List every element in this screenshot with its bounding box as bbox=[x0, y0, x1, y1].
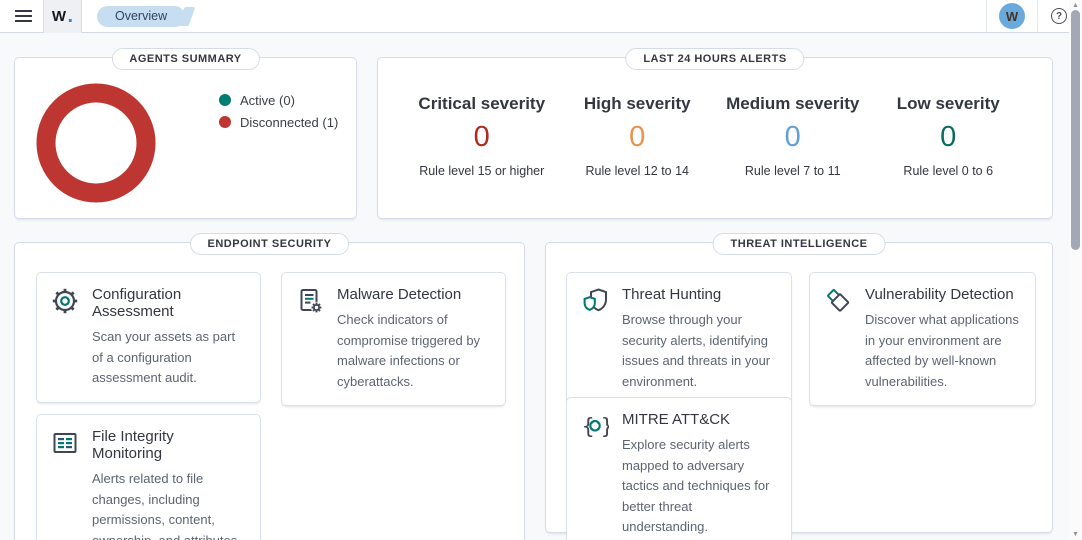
endpoint-security-panel: ENDPOINT SECURITY Configuration Assessme… bbox=[14, 233, 525, 540]
card-threat-hunting[interactable]: Threat Hunting Browse through your secur… bbox=[566, 272, 792, 407]
legend-item-disconnected[interactable]: Disconnected (1) bbox=[219, 111, 338, 133]
legend-label: Disconnected (1) bbox=[240, 114, 339, 130]
avatar-cell: W bbox=[986, 0, 1037, 32]
stat-low-severity[interactable]: Low severity 0 Rule level 0 to 6 bbox=[871, 94, 1027, 178]
card-title: MITRE ATT&CK bbox=[622, 411, 731, 428]
stat-sublabel: Rule level 7 to 11 bbox=[744, 164, 841, 178]
alerts-24h-panel: LAST 24 HOURS ALERTS Critical severity 0… bbox=[377, 48, 1053, 219]
stat-label: High severity bbox=[583, 94, 691, 113]
wazuh-overview-page: W . Overview W ? AGENTS SUMMARY Active (… bbox=[0, 0, 1082, 540]
card-description: Check indicators of compromise triggered… bbox=[337, 312, 481, 389]
card-description: Alerts related to file changes, includin… bbox=[92, 471, 241, 540]
avatar[interactable]: W bbox=[999, 3, 1025, 29]
shields-icon bbox=[581, 287, 609, 315]
stat-value: 0 bbox=[629, 121, 646, 153]
card-file-integrity-monitoring[interactable]: File Integrity Monitoring Alerts related… bbox=[36, 414, 261, 540]
stat-sublabel: Rule level 15 or higher bbox=[419, 164, 545, 178]
stat-sublabel: Rule level 12 to 14 bbox=[585, 164, 690, 178]
stat-value: 0 bbox=[473, 121, 490, 153]
help-icon[interactable]: ? bbox=[1051, 8, 1067, 24]
scrollbar-thumb[interactable] bbox=[1071, 10, 1080, 250]
breadcrumb-overview[interactable]: Overview bbox=[97, 5, 186, 27]
table-icon bbox=[51, 429, 79, 457]
threat-intelligence-panel: THREAT INTELLIGENCE Threat Hunting Brows… bbox=[545, 233, 1053, 540]
stat-high-severity[interactable]: High severity 0 Rule level 12 to 14 bbox=[560, 94, 716, 178]
stat-label: Medium severity bbox=[726, 94, 860, 113]
card-description: Browse through your security alerts, ide… bbox=[622, 312, 771, 389]
agents-legend: Active (0) Disconnected (1) bbox=[219, 89, 338, 133]
card-mitre-attack[interactable]: { } MITRE ATT&CK Explore security alerts… bbox=[566, 397, 792, 540]
stat-label: Low severity bbox=[896, 94, 1000, 113]
header-right: W ? bbox=[986, 0, 1082, 32]
card-description: Explore security alerts mapped to advers… bbox=[622, 437, 770, 535]
gear-icon bbox=[51, 287, 79, 315]
braces-target-icon: { } bbox=[581, 412, 614, 440]
card-title: File Integrity Monitoring bbox=[92, 428, 174, 462]
svg-text:{: { bbox=[582, 415, 595, 439]
card-vulnerability-detection[interactable]: Vulnerability Detection Discover what ap… bbox=[809, 272, 1036, 407]
endpoint-security-title: ENDPOINT SECURITY bbox=[189, 233, 350, 255]
alerts-row: Critical severity 0 Rule level 15 or hig… bbox=[378, 58, 1052, 178]
alerts-24h-title: LAST 24 HOURS ALERTS bbox=[625, 48, 805, 70]
breadcrumb: Overview bbox=[97, 5, 196, 27]
card-description: Scan your assets as part of a configurat… bbox=[92, 329, 236, 386]
card-title: Malware Detection bbox=[337, 286, 462, 303]
vertical-scrollbar: ▲ ▼ bbox=[1069, 0, 1082, 540]
top-header: W . Overview W ? bbox=[0, 0, 1082, 33]
diamonds-icon bbox=[824, 287, 852, 315]
card-title: Configuration Assessment bbox=[92, 286, 182, 320]
svg-text:}: } bbox=[601, 415, 610, 439]
stat-medium-severity[interactable]: Medium severity 0 Rule level 7 to 11 bbox=[715, 94, 871, 178]
stat-value: 0 bbox=[784, 121, 801, 153]
card-malware-detection[interactable]: Malware Detection Check indicators of co… bbox=[281, 272, 506, 407]
active-dot-icon bbox=[219, 94, 231, 106]
agents-donut-chart bbox=[36, 83, 156, 203]
threat-intelligence-title: THREAT INTELLIGENCE bbox=[712, 233, 886, 255]
legend-label: Active (0) bbox=[240, 92, 295, 108]
agents-summary-title: AGENTS SUMMARY bbox=[111, 48, 260, 70]
document-gear-icon bbox=[296, 287, 324, 315]
legend-item-active[interactable]: Active (0) bbox=[219, 89, 338, 111]
stat-value: 0 bbox=[940, 121, 957, 153]
card-configuration-assessment[interactable]: Configuration Assessment Scan your asset… bbox=[36, 272, 261, 403]
stat-label: Critical severity bbox=[418, 94, 546, 113]
card-description: Discover what applications in your envir… bbox=[865, 312, 1019, 389]
scroll-down-icon[interactable]: ▼ bbox=[1069, 531, 1082, 538]
wazuh-logo[interactable]: W . bbox=[43, 0, 82, 33]
card-title: Vulnerability Detection bbox=[865, 286, 1014, 303]
donut-disconnected-ring bbox=[36, 83, 156, 203]
stat-critical-severity[interactable]: Critical severity 0 Rule level 15 or hig… bbox=[404, 94, 560, 178]
disconnected-dot-icon bbox=[219, 116, 231, 128]
stat-sublabel: Rule level 0 to 6 bbox=[903, 164, 994, 178]
scroll-up-icon[interactable]: ▲ bbox=[1069, 2, 1082, 9]
agents-summary-panel: AGENTS SUMMARY Active (0) Disconnected (… bbox=[14, 48, 357, 219]
menu-icon[interactable] bbox=[10, 3, 36, 29]
card-title: Threat Hunting bbox=[622, 286, 722, 303]
logo-text: W bbox=[51, 7, 67, 25]
